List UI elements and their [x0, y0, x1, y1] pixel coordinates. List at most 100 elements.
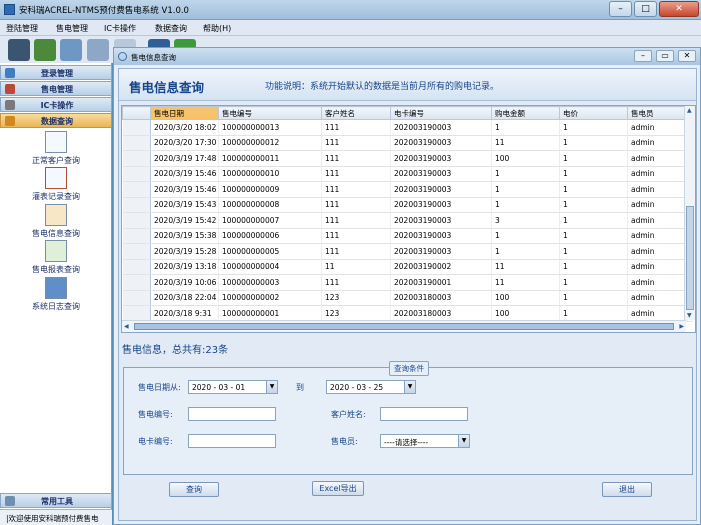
card-icon[interactable]	[60, 39, 82, 61]
menu-sales[interactable]: 售电管理	[56, 23, 88, 34]
table-cell: 11	[491, 135, 560, 151]
row-header[interactable]	[122, 166, 151, 182]
table-cell: 1	[491, 243, 560, 260]
sidebar-item-system-log-query[interactable]: 系统日志查询	[0, 277, 112, 312]
customer-name-input[interactable]	[380, 407, 468, 421]
menu-help[interactable]: 帮助(H)	[203, 23, 231, 34]
table-cell: 100000000008	[218, 197, 322, 213]
table-row[interactable]: 2020/3/20 18:02 100000000013 111 2020031900…	[122, 119, 692, 136]
row-header[interactable]	[122, 274, 151, 291]
row-header[interactable]	[122, 290, 151, 306]
column-header[interactable]: 售电编号	[218, 106, 322, 120]
card-no-input[interactable]	[188, 434, 276, 448]
exit-button[interactable]: 退出	[602, 482, 652, 497]
row-header[interactable]	[122, 135, 151, 151]
row-header[interactable]	[122, 150, 151, 167]
row-header[interactable]	[122, 181, 151, 198]
date-from-dropdown-icon[interactable]: ▼	[266, 381, 277, 393]
table-cell: 202003180003	[390, 305, 492, 322]
sidebar-item-sales-report-query[interactable]: 售电报表查询	[0, 240, 112, 275]
table-cell: 100000000001	[218, 305, 322, 322]
scroll-left-arrow-icon[interactable]: ◀	[124, 323, 129, 330]
sidebar-item-card-record-query[interactable]: 灌表记录查询	[0, 167, 112, 202]
child-close-button[interactable]: ✕	[678, 50, 696, 62]
table-cell: 100000000012	[218, 135, 322, 151]
column-header[interactable]: 售电日期	[150, 106, 219, 120]
sales-info-window: 售电信息查询 – ▭ ✕ 售电信息查询 功能说明：系统开始默认的数据是当前月所有…	[113, 47, 701, 525]
menu-bar: 登陆管理 售电管理 IC卡操作 数据查询 帮助(H)	[0, 20, 701, 36]
sale-no-input[interactable]	[188, 407, 276, 421]
customer-name-label: 客户姓名:	[331, 410, 366, 419]
close-button[interactable]: ✕	[659, 1, 699, 17]
table-cell: 1	[559, 243, 628, 260]
table-cell: 111	[321, 166, 391, 182]
sales-grid[interactable]: 售电日期 售电编号 客户姓名 电卡编号 购电金额 电价 售电员 2020/3/20 18:0…	[121, 105, 696, 333]
date-to-picker[interactable]: 2020 - 03 - 25 ▼	[326, 380, 416, 394]
horizontal-scrollbar[interactable]: ◀ ▶	[122, 320, 686, 332]
table-row[interactable]: 2020/3/18 9:31 100000000001 123 20200318000…	[122, 305, 692, 322]
row-header[interactable]	[122, 305, 151, 322]
table-cell: 2020/3/19 13:18	[150, 259, 219, 275]
sidebar-section-ic-card[interactable]: IC卡操作	[0, 97, 112, 112]
table-cell: 2020/3/19 15:46	[150, 181, 219, 198]
row-header[interactable]	[122, 259, 151, 275]
horizontal-scroll-thumb[interactable]	[134, 323, 674, 330]
clerk-select[interactable]: ----请选择---- ▼	[380, 434, 470, 448]
scroll-up-arrow-icon[interactable]: ▲	[687, 107, 692, 114]
maximize-button[interactable]: □	[634, 1, 657, 17]
table-row[interactable]: 2020/3/19 15:42 100000000007 111 2020031900…	[122, 212, 692, 229]
sidebar-section-tools[interactable]: 常用工具	[0, 493, 112, 508]
table-row[interactable]: 2020/3/19 17:48 100000000011 111 2020031900…	[122, 150, 692, 167]
excel-export-button[interactable]: Excel导出	[312, 481, 364, 496]
column-header[interactable]: 售电员	[627, 106, 688, 120]
vertical-scrollbar[interactable]: ▲ ▼	[684, 106, 695, 320]
table-cell: 100	[491, 290, 560, 306]
sidebar-section-sales[interactable]: 售电管理	[0, 81, 112, 96]
row-header[interactable]	[122, 119, 151, 136]
vertical-scroll-thumb[interactable]	[686, 206, 694, 310]
menu-ic-card[interactable]: IC卡操作	[104, 23, 136, 34]
sidebar-section-login[interactable]: 登录管理	[0, 65, 112, 80]
table-row[interactable]: 2020/3/19 10:06 100000000003 111 2020031900…	[122, 274, 692, 291]
user-icon[interactable]	[8, 39, 30, 61]
column-header[interactable]: 电卡编号	[390, 106, 492, 120]
row-header[interactable]	[122, 243, 151, 260]
sidebar-section-data-query[interactable]: 数据查询	[0, 113, 112, 128]
add-user-icon[interactable]	[34, 39, 56, 61]
table-row[interactable]: 2020/3/19 15:43 100000000008 111 2020031900…	[122, 197, 692, 213]
table-cell: 2020/3/19 15:28	[150, 243, 219, 260]
date-from-picker[interactable]: 2020 - 03 - 01 ▼	[188, 380, 278, 394]
scroll-right-arrow-icon[interactable]: ▶	[679, 323, 684, 330]
table-row[interactable]: 2020/3/19 15:46 100000000010 111 2020031900…	[122, 166, 692, 182]
table-cell: admin	[627, 150, 688, 167]
edit-icon[interactable]	[87, 39, 109, 61]
table-cell: admin	[627, 243, 688, 260]
column-header[interactable]: 电价	[559, 106, 628, 120]
sidebar-item-sales-info-query[interactable]: 售电信息查询	[0, 204, 112, 239]
row-header[interactable]	[122, 212, 151, 229]
table-row[interactable]: 2020/3/19 15:28 100000000005 111 2020031900…	[122, 243, 692, 260]
table-cell: 3	[491, 212, 560, 229]
minimize-button[interactable]: –	[609, 1, 632, 17]
clerk-dropdown-icon[interactable]: ▼	[458, 435, 469, 447]
table-cell: 1	[559, 150, 628, 167]
table-row[interactable]: 2020/3/19 13:18 100000000004 11 20200319000…	[122, 259, 692, 275]
child-restore-button[interactable]: ▭	[656, 50, 674, 62]
table-row[interactable]: 2020/3/19 15:38 100000000006 111 2020031900…	[122, 228, 692, 244]
table-row[interactable]: 2020/3/19 15:46 100000000009 111 2020031900…	[122, 181, 692, 198]
table-row[interactable]: 2020/3/18 22:04 100000000002 123 2020031800…	[122, 290, 692, 306]
query-button[interactable]: 查询	[169, 482, 219, 497]
menu-login[interactable]: 登陆管理	[6, 23, 38, 34]
date-to-dropdown-icon[interactable]: ▼	[404, 381, 415, 393]
row-header[interactable]	[122, 197, 151, 213]
column-header[interactable]: 客户姓名	[321, 106, 391, 120]
table-cell: 202003190003	[390, 166, 492, 182]
column-header[interactable]: 购电金额	[491, 106, 560, 120]
table-cell: 202003180003	[390, 290, 492, 306]
child-minimize-button[interactable]: –	[634, 50, 652, 62]
scroll-down-arrow-icon[interactable]: ▼	[687, 312, 692, 319]
menu-data-query[interactable]: 数据查询	[155, 23, 187, 34]
table-row[interactable]: 2020/3/20 17:30 100000000012 111 2020031900…	[122, 135, 692, 151]
sidebar-item-normal-customer-query[interactable]: 正常客户查询	[0, 131, 112, 166]
row-header[interactable]	[122, 228, 151, 244]
